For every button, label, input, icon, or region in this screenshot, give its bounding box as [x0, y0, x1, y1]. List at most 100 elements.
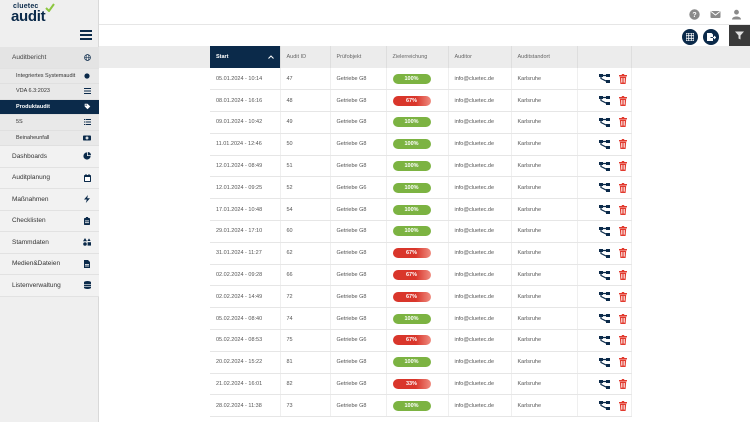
hierarchy-icon[interactable] [598, 248, 610, 258]
trash-icon[interactable] [618, 139, 627, 150]
trash-icon[interactable] [618, 313, 627, 324]
hierarchy-icon[interactable] [598, 314, 610, 324]
cell-start: 12.01.2024 - 08:49 [210, 155, 281, 178]
sidebar-subitem-systemaudit[interactable]: Integriertes Systemaudit [0, 68, 99, 84]
column-header-audit-id[interactable]: Audit ID [280, 46, 331, 68]
hierarchy-icon[interactable] [598, 74, 610, 84]
sidebar-subitem-beinaheunfall[interactable]: Beinaheunfall [0, 130, 99, 146]
sidebar-item-massnahmen[interactable]: Maßnahmen [0, 189, 99, 211]
mail-icon[interactable] [710, 7, 721, 18]
column-header-auditor[interactable]: Auditor [448, 46, 512, 68]
hierarchy-icon[interactable] [598, 401, 610, 411]
table-row[interactable]: 08.01.2024 - 16:16 48 Getriebe G8 67% info@c… [210, 89, 632, 113]
hierarchy-icon[interactable] [598, 335, 610, 345]
hierarchy-icon[interactable] [598, 357, 610, 367]
table-row[interactable]: 09.01.2024 - 10:42 49 Getriebe G8 100% info@… [210, 111, 632, 134]
cell-actions [577, 373, 632, 396]
table-row[interactable]: 05.01.2024 - 10:14 47 Getriebe G8 100% info@… [210, 68, 632, 91]
hierarchy-icon[interactable] [598, 117, 610, 127]
trash-icon[interactable] [618, 248, 627, 259]
hierarchy-icon[interactable] [598, 183, 610, 193]
hierarchy-icon[interactable] [598, 96, 610, 106]
sidebar-item-label: Stammdaten [12, 238, 49, 246]
trash-icon[interactable] [618, 204, 627, 215]
sidebar-item-stammdaten[interactable]: Stammdaten [0, 232, 99, 254]
cell-actions [577, 329, 632, 352]
cell-actions [577, 155, 632, 178]
column-header-auditstandort[interactable]: Auditstandort [511, 46, 578, 68]
grid-view-button[interactable] [682, 29, 698, 45]
trash-icon[interactable] [618, 117, 627, 128]
hamburger-menu-icon[interactable] [80, 30, 92, 40]
cell-pruefobjekt: Getriebe G8 [330, 307, 387, 331]
table-row[interactable]: 02.02.2024 - 09:28 66 Getriebe G8 67% info@c… [210, 264, 632, 287]
sidebar-subitem-vda[interactable]: VDA 6.3:2023 [0, 84, 99, 100]
help-icon[interactable]: ? [689, 7, 700, 20]
trash-icon[interactable] [618, 226, 627, 237]
table-row[interactable]: 29.01.2024 - 17:10 60 Getriebe G8 100% info@… [210, 220, 632, 243]
cell-zielerreichung: 100% [386, 176, 449, 200]
table-row[interactable]: 17.01.2024 - 10:48 54 Getriebe G8 100% info@… [210, 198, 632, 222]
trash-icon[interactable] [618, 379, 627, 390]
sidebar-item-medien[interactable]: Medien&Dateien [0, 253, 99, 275]
cell-audit-id: 52 [280, 176, 331, 200]
table-row[interactable]: 02.02.2024 - 14:49 72 Getriebe G8 67% info@c… [210, 285, 632, 309]
hierarchy-icon[interactable] [598, 139, 610, 149]
cell-zielerreichung: 100% [386, 111, 449, 134]
cell-start: 05.02.2024 - 08:53 [210, 329, 281, 352]
trash-icon[interactable] [618, 73, 627, 84]
trash-icon[interactable] [618, 400, 627, 411]
table-row[interactable]: 11.01.2024 - 12:46 50 Getriebe G8 100% info@… [210, 133, 632, 156]
trash-icon[interactable] [618, 335, 627, 346]
user-icon[interactable] [731, 7, 742, 20]
sidebar-item-checklisten[interactable]: Checklisten [0, 210, 99, 232]
hierarchy-icon[interactable] [598, 379, 610, 389]
table-row[interactable]: 21.02.2024 - 16:01 82 Getriebe G8 33% info@c… [210, 373, 632, 396]
export-button[interactable] [703, 29, 719, 45]
hierarchy-icon[interactable] [598, 205, 610, 215]
app-root: cluetec audit Auditbericht Integriertes … [0, 0, 750, 422]
cell-pruefobjekt: Getriebe G8 [330, 394, 387, 418]
table-row[interactable]: 28.02.2024 - 11:38 73 Getriebe G8 100% info@… [210, 394, 632, 418]
hierarchy-icon[interactable] [598, 270, 610, 280]
trash-icon[interactable] [618, 291, 627, 302]
column-header-zielerreichung[interactable]: Zielerreichung [386, 46, 449, 68]
cell-auditstandort: Karlsruhe [511, 198, 578, 222]
score-badge: 67% [392, 270, 431, 281]
sidebar-subitem-5s[interactable]: 5S [0, 115, 99, 131]
cell-pruefobjekt: Getriebe G8 [330, 351, 387, 374]
grid-view-icon [686, 33, 694, 41]
cell-auditstandort: Karlsruhe [511, 242, 578, 265]
hierarchy-icon[interactable] [598, 161, 610, 171]
sidebar-item-listenverwaltung[interactable]: Listenverwaltung [0, 275, 99, 297]
hierarchy-icon[interactable] [598, 292, 610, 302]
cell-actions [577, 89, 632, 113]
sidebar-subitem-produktaudit[interactable]: Produktaudit [0, 99, 99, 115]
trash-icon[interactable] [618, 357, 627, 368]
table-row[interactable]: 12.01.2024 - 09:25 52 Getriebe G6 100% info@… [210, 176, 632, 200]
column-header-actions [577, 46, 632, 68]
trash-icon[interactable] [618, 95, 627, 106]
table-row[interactable]: 05.02.2024 - 08:40 74 Getriebe G8 100% info@… [210, 307, 632, 331]
trash-icon[interactable] [618, 270, 627, 281]
sidebar-item-label: Auditbericht [12, 53, 47, 61]
column-header-pruefobjekt[interactable]: Prüfobjekt [330, 46, 387, 68]
table-row[interactable]: 31.01.2024 - 11:27 62 Getriebe G8 67% info@c… [210, 242, 632, 265]
filter-button[interactable] [729, 25, 750, 46]
cell-actions [577, 351, 632, 374]
sidebar-item-label: Checklisten [12, 217, 46, 225]
table-row[interactable]: 20.02.2024 - 15:22 81 Getriebe G8 100% info@… [210, 351, 632, 374]
sidebar-item-auditbericht[interactable]: Auditbericht [0, 47, 99, 69]
table-row[interactable]: 12.01.2024 - 08:49 51 Getriebe G8 100% info@… [210, 155, 632, 178]
cell-pruefobjekt: Getriebe G8 [330, 198, 387, 222]
calendar-icon [83, 173, 91, 182]
table-row[interactable]: 05.02.2024 - 08:53 75 Getriebe G6 67% info@c… [210, 329, 632, 352]
sidebar-item-auditplanung[interactable]: Auditplanung [0, 167, 99, 189]
trash-icon[interactable] [618, 161, 627, 172]
column-header-start[interactable]: Start [210, 46, 281, 68]
cell-audit-id: 81 [280, 351, 331, 374]
filter-icon [735, 31, 744, 40]
sidebar-item-dashboards[interactable]: Dashboards [0, 146, 99, 168]
trash-icon[interactable] [618, 182, 627, 193]
hierarchy-icon[interactable] [598, 226, 610, 236]
